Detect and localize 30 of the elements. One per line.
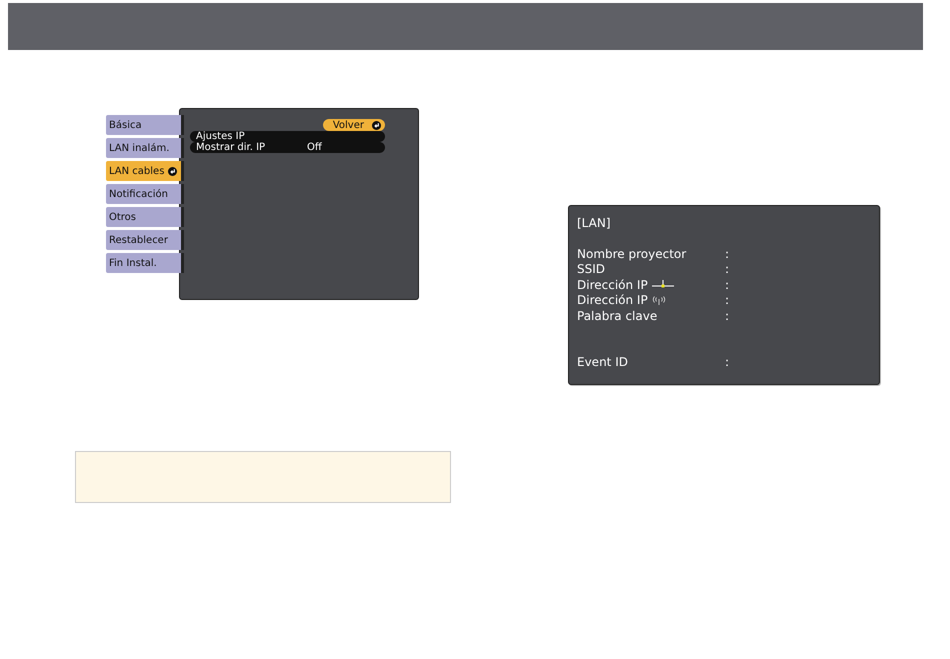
info-label: Event ID <box>577 355 628 370</box>
info-label: Nombre proyector <box>577 246 686 261</box>
menu-tab[interactable]: LAN inalám. <box>106 138 184 158</box>
wired-network-icon <box>652 280 674 290</box>
item-value: Off <box>307 142 322 152</box>
menu-tab[interactable]: Notificación <box>106 184 184 204</box>
menu-tab[interactable]: Básica <box>106 115 184 135</box>
info-label: Dirección IP <box>577 278 648 292</box>
info-label: Dirección IP <box>577 293 648 308</box>
info-label: Palabra clave <box>577 308 658 323</box>
separator: : <box>725 293 730 308</box>
separator: : <box>725 278 730 292</box>
separator: : <box>725 355 730 370</box>
item-label: Mostrar dir. IP <box>196 142 266 152</box>
menu-item[interactable]: Ajustes IP <box>190 131 385 142</box>
menu-item[interactable]: Mostrar dir. IP Off <box>190 142 385 153</box>
menu-tab[interactable]: Otros <box>106 207 184 227</box>
info-label: SSID <box>577 262 606 276</box>
enter-icon <box>372 120 381 130</box>
screen-title: [LAN] <box>577 216 612 230</box>
separator: : <box>725 262 730 276</box>
separator: : <box>725 308 730 323</box>
enter-icon <box>168 166 177 176</box>
menu-tab[interactable]: Fin Instal. <box>106 253 184 273</box>
menu-tab[interactable]: LAN cables <box>106 161 184 181</box>
wireless-signal-icon <box>652 296 666 305</box>
item-label: Ajustes IP <box>196 132 246 142</box>
menu-tab[interactable]: Restablecer <box>106 230 184 250</box>
back-button[interactable]: Volver <box>322 119 385 131</box>
separator: : <box>725 246 730 261</box>
